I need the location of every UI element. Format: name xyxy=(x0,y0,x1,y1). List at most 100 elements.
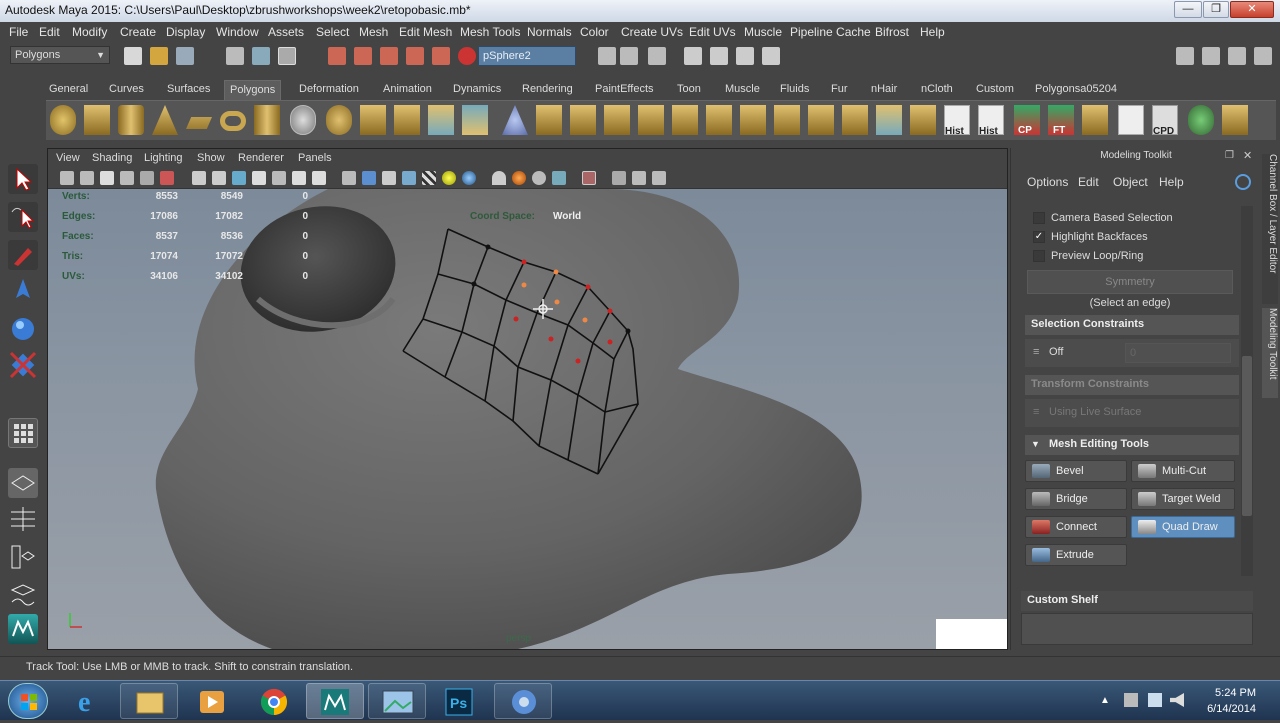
wireframe-on-shaded-icon[interactable] xyxy=(382,171,396,185)
split-polygon-icon[interactable] xyxy=(638,105,664,135)
modeling-toolkit-toggle-icon[interactable] xyxy=(1176,47,1194,65)
ipr-render-icon[interactable] xyxy=(736,47,754,65)
preview-loop-ring-checkbox[interactable] xyxy=(1033,250,1045,262)
resolution-gate-icon[interactable] xyxy=(232,171,246,185)
photo-viewer-icon[interactable] xyxy=(368,683,426,719)
menu-window[interactable]: Window xyxy=(216,25,259,39)
tab-nhair[interactable]: nHair xyxy=(868,83,900,95)
delete-history-icon-2[interactable]: Hist xyxy=(978,105,1004,137)
vp-menu-lighting[interactable]: Lighting xyxy=(144,152,183,164)
poly-sphere-icon[interactable] xyxy=(50,105,76,135)
select-camera-icon[interactable] xyxy=(60,171,74,185)
new-scene-icon[interactable] xyxy=(124,47,142,65)
tab-toon[interactable]: Toon xyxy=(674,83,704,95)
custom-shelf-area[interactable] xyxy=(1021,613,1253,645)
live-surface-magnet-icon[interactable] xyxy=(458,47,476,65)
menu-display[interactable]: Display xyxy=(166,25,205,39)
2d-pan-zoom-icon[interactable] xyxy=(140,171,154,185)
shadows-icon[interactable] xyxy=(462,171,476,185)
vp-menu-view[interactable]: View xyxy=(56,152,80,164)
extrude-icon[interactable] xyxy=(536,105,562,135)
camera-attributes-icon[interactable] xyxy=(80,171,94,185)
scale-tool-icon[interactable] xyxy=(8,350,38,380)
wireframe-icon[interactable] xyxy=(342,171,356,185)
motion-blur-icon[interactable] xyxy=(512,171,526,185)
menu-edit-uvs[interactable]: Edit UVs xyxy=(689,25,736,39)
bridge-icon[interactable] xyxy=(570,105,596,135)
triangulate-icon[interactable] xyxy=(808,105,834,135)
cluster-per-dot-icon[interactable] xyxy=(1118,105,1144,135)
move-tool-icon[interactable] xyxy=(8,276,38,306)
uv-editor-icon[interactable] xyxy=(910,105,936,135)
select-hierarchy-icon[interactable] xyxy=(226,47,244,65)
mtk-menu-options[interactable]: Options xyxy=(1027,175,1068,189)
insert-edge-loop-icon[interactable] xyxy=(672,105,698,135)
safe-title-icon[interactable] xyxy=(312,171,326,185)
tab-polygonsa05204[interactable]: Polygonsa05204 xyxy=(1032,83,1120,95)
system-clock[interactable]: 5:24 PM 6/14/2014 xyxy=(1207,685,1256,717)
persp-outliner-layout-icon[interactable] xyxy=(8,542,38,572)
extrude-tool-button[interactable]: Extrude xyxy=(1025,544,1127,566)
select-component-icon[interactable] xyxy=(278,47,296,65)
tab-surfaces[interactable]: Surfaces xyxy=(164,83,213,95)
close-panel-icon[interactable]: ✕ xyxy=(1243,149,1252,162)
textured-icon[interactable] xyxy=(422,171,436,185)
film-gate-icon[interactable] xyxy=(212,171,226,185)
tab-rendering[interactable]: Rendering xyxy=(519,83,576,95)
menu-create-uvs[interactable]: Create UVs xyxy=(621,25,683,39)
render-view-icon[interactable] xyxy=(684,47,702,65)
xray-icon[interactable] xyxy=(612,171,626,185)
freeze-transform-icon[interactable]: FT xyxy=(1048,105,1074,136)
selection-constraints-header[interactable]: Selection Constraints xyxy=(1025,315,1239,335)
viewport-panel[interactable]: View Shading Lighting Show Renderer Pane… xyxy=(47,148,1008,650)
offset-edge-loop-icon[interactable] xyxy=(706,105,732,135)
tab-fur[interactable]: Fur xyxy=(828,83,851,95)
tab-general[interactable]: General xyxy=(46,83,91,95)
single-pane-layout-icon[interactable] xyxy=(8,418,38,448)
safe-action-icon[interactable] xyxy=(292,171,306,185)
soccer-ball-icon[interactable] xyxy=(290,105,316,135)
perspective-layout-icon[interactable] xyxy=(8,468,38,498)
menu-color[interactable]: Color xyxy=(580,25,609,39)
preview-loop-ring-option[interactable]: Preview Loop/Ring xyxy=(1033,250,1143,262)
menu-assets[interactable]: Assets xyxy=(268,25,304,39)
center-pivot-icon[interactable]: CP xyxy=(1014,105,1040,136)
tab-animation[interactable]: Animation xyxy=(380,83,435,95)
poly-pipe-icon[interactable] xyxy=(254,105,280,135)
mtk-menu-help[interactable]: Help xyxy=(1159,175,1184,189)
lasso-tool-icon[interactable] xyxy=(8,202,38,232)
vp-menu-panels[interactable]: Panels xyxy=(298,152,332,164)
tool-settings-toggle-icon[interactable] xyxy=(1228,47,1246,65)
volume-icon[interactable] xyxy=(1170,693,1184,707)
symmetry-button[interactable]: Symmetry xyxy=(1027,270,1233,294)
network-icon[interactable] xyxy=(1148,693,1162,707)
poly-cone-icon[interactable] xyxy=(152,105,178,135)
panel-scrollbar[interactable] xyxy=(1241,206,1253,576)
menu-muscle[interactable]: Muscle xyxy=(744,25,782,39)
grease-pencil-icon[interactable] xyxy=(160,171,174,185)
poly-cylinder-icon[interactable] xyxy=(118,105,144,135)
make-live-icon[interactable] xyxy=(432,47,450,65)
minimize-button[interactable]: — xyxy=(1174,1,1202,18)
tab-muscle[interactable]: Muscle xyxy=(722,83,763,95)
file-explorer-icon[interactable] xyxy=(120,683,178,719)
bookmarks-icon[interactable] xyxy=(100,171,114,185)
boolean-icon[interactable] xyxy=(462,105,488,135)
menu-bifrost[interactable]: Bifrost xyxy=(875,25,909,39)
power-toggle-icon[interactable] xyxy=(1235,174,1251,190)
menu-select[interactable]: Select xyxy=(316,25,349,39)
float-panel-icon[interactable]: ❐ xyxy=(1225,150,1234,161)
close-button[interactable]: ✕ xyxy=(1230,1,1274,18)
xray-joints-icon[interactable] xyxy=(632,171,646,185)
menu-normals[interactable]: Normals xyxy=(527,25,572,39)
tab-polygons[interactable]: Polygons xyxy=(224,80,282,100)
selection-constraint-number[interactable]: 0 xyxy=(1125,343,1231,363)
tab-modeling-toolkit[interactable]: Modeling Toolkit xyxy=(1262,308,1278,398)
maximize-button[interactable]: ❐ xyxy=(1203,1,1229,18)
fill-hole-icon[interactable] xyxy=(774,105,800,135)
poly-cube-icon[interactable] xyxy=(84,105,110,135)
snap-plane-icon[interactable] xyxy=(406,47,424,65)
history-icon[interactable] xyxy=(598,47,616,65)
render-settings-icon[interactable] xyxy=(762,47,780,65)
internet-explorer-icon[interactable]: e xyxy=(60,683,118,719)
